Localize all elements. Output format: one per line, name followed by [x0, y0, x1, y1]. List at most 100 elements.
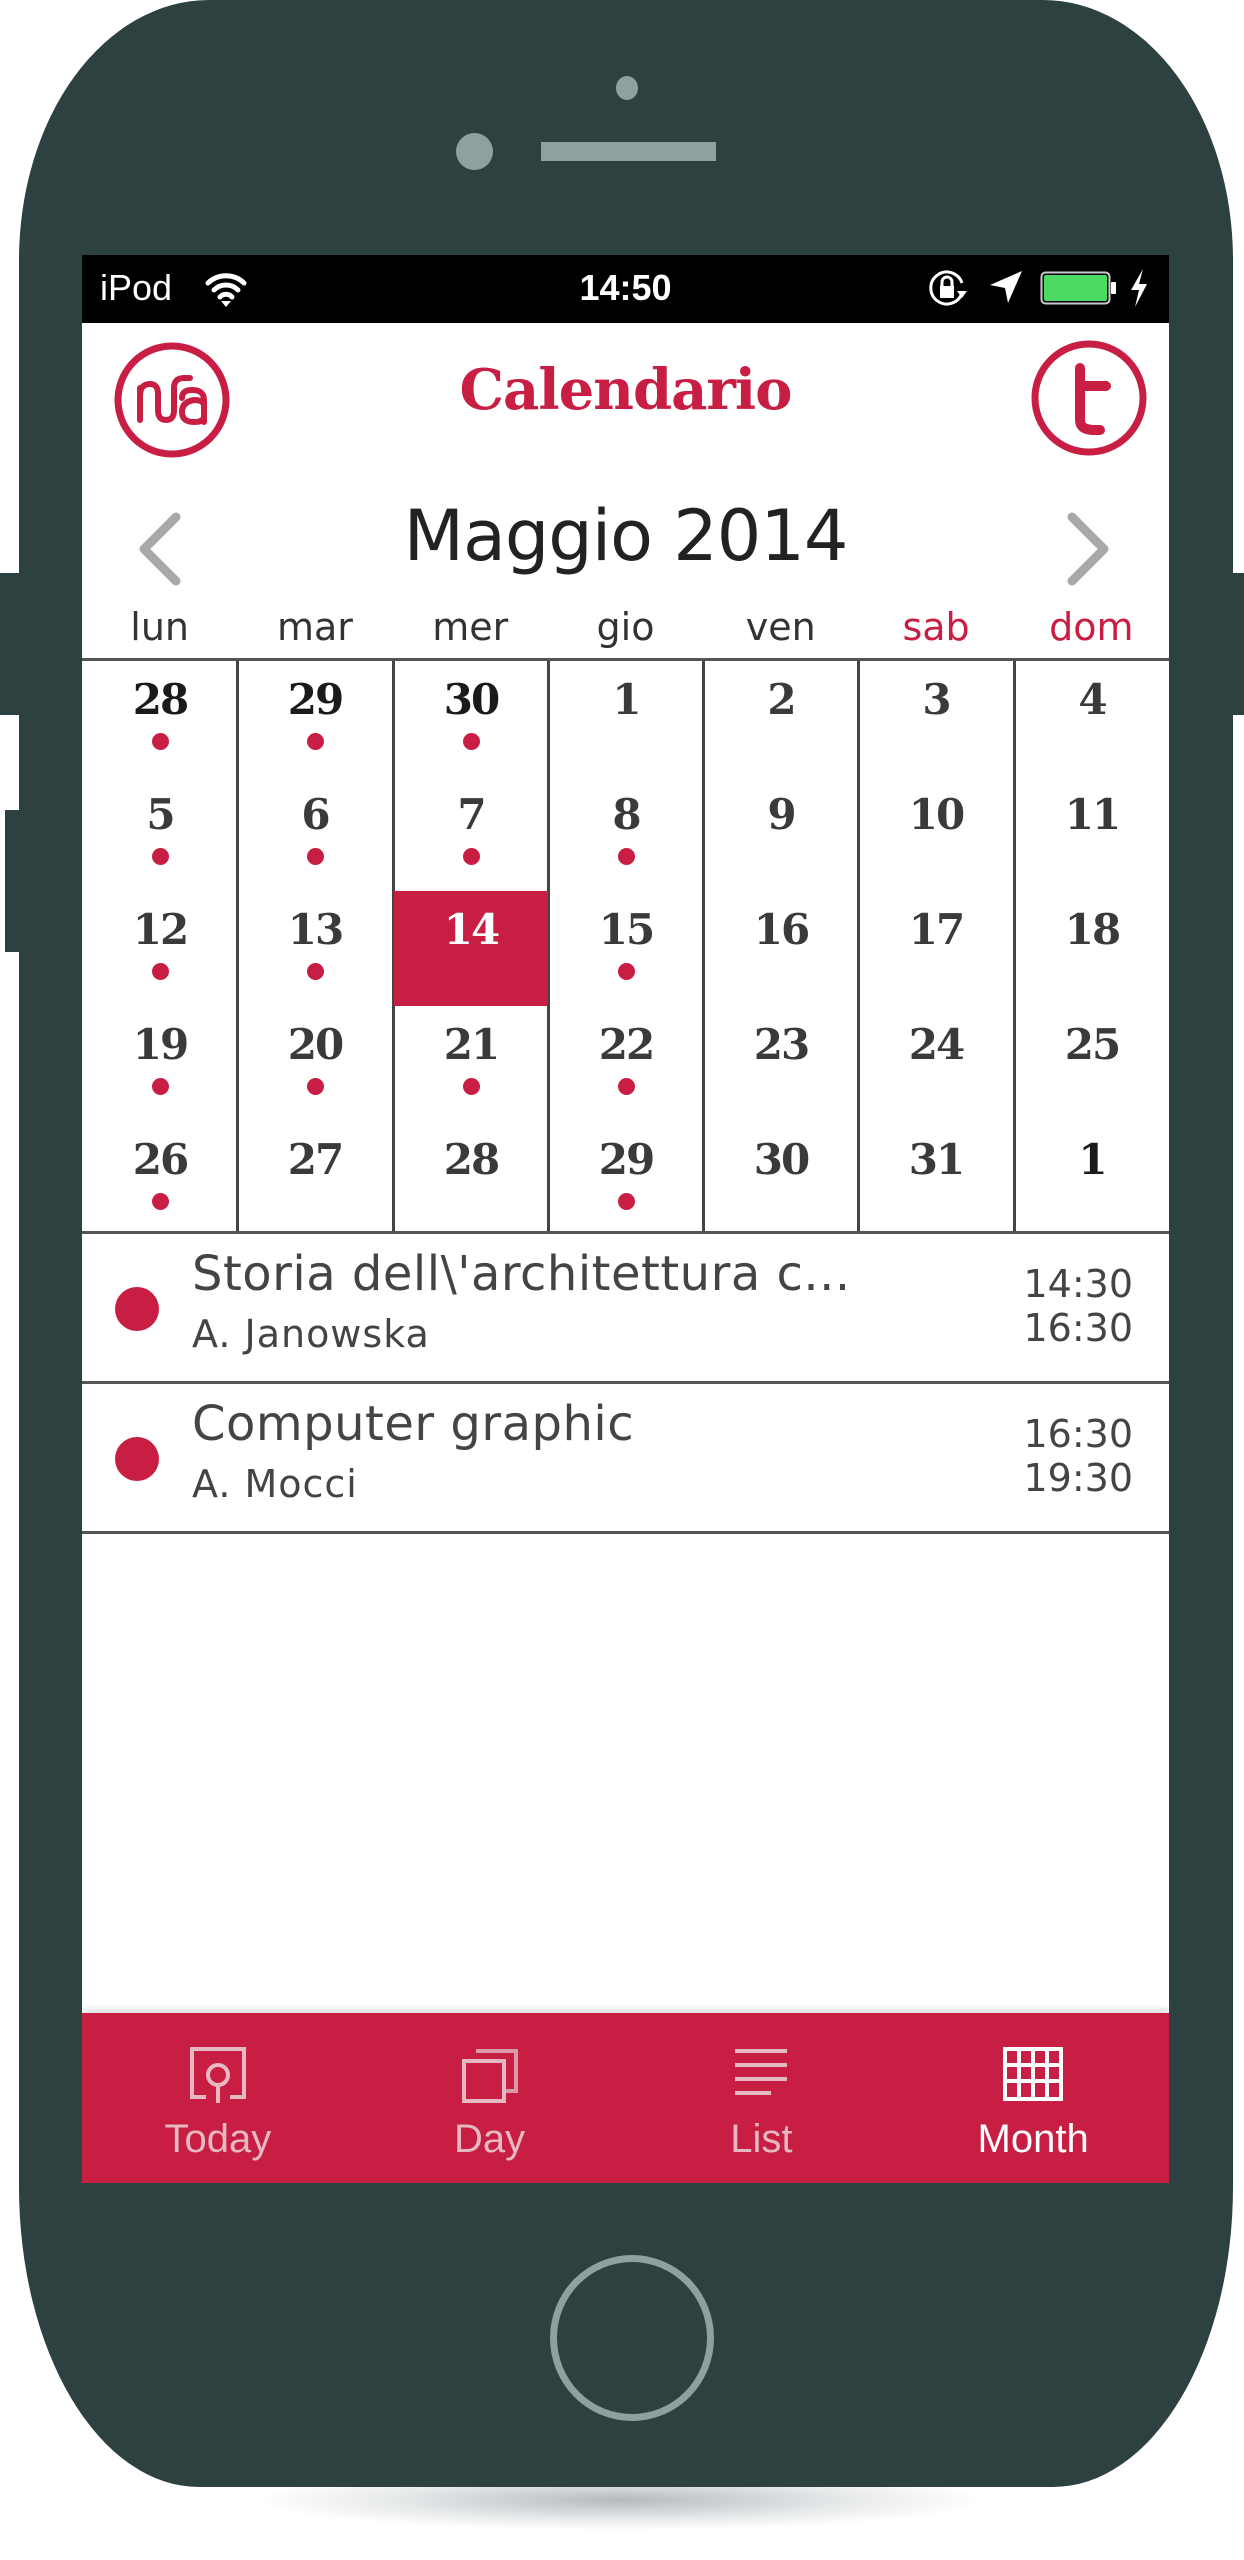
day-number: 26: [132, 1135, 189, 1184]
day-cell[interactable]: 4: [1015, 661, 1169, 776]
app-title: Calendario: [459, 357, 792, 423]
day-cell[interactable]: 17: [859, 891, 1013, 1006]
tab-day[interactable]: Day: [354, 2013, 626, 2183]
day-cell[interactable]: 28: [83, 661, 237, 776]
day-number: 23: [753, 1020, 810, 1069]
day-cell[interactable]: 28: [394, 1121, 548, 1236]
today-icon: [189, 2047, 246, 2103]
day-cell[interactable]: 23: [704, 1006, 858, 1121]
day-cell[interactable]: 13: [238, 891, 392, 1006]
day-cell[interactable]: 24: [859, 1006, 1013, 1121]
day-number: 15: [598, 905, 655, 954]
day-number: 8: [612, 790, 641, 839]
tab-day-label: Day: [454, 2117, 526, 2161]
day-cell[interactable]: 16: [704, 891, 858, 1006]
t-logo[interactable]: [1030, 338, 1148, 458]
event-indicator-dot: [151, 1078, 169, 1095]
chevron-right-icon[interactable]: [1060, 509, 1116, 589]
day-cell[interactable]: 6: [238, 776, 392, 891]
day-cell[interactable]: 27: [238, 1121, 392, 1236]
event-lecturer: A. Janowska: [192, 1312, 430, 1356]
day-cell[interactable]: 30: [704, 1121, 858, 1236]
event-row[interactable]: Computer graphic A. Mocci 16:30 19:30: [82, 1384, 1169, 1534]
day-cell[interactable]: 10: [859, 776, 1013, 891]
tab-today-label: Today: [164, 2117, 272, 2161]
tab-month[interactable]: Month: [897, 2013, 1169, 2183]
day-number: 11: [1064, 790, 1121, 839]
location-arrow-icon: [990, 271, 1022, 303]
orientation-lock-icon: [929, 270, 967, 306]
day-number: 21: [443, 1020, 500, 1069]
day-number: 9: [767, 790, 796, 839]
event-indicator-dot: [617, 1078, 635, 1095]
day-number: 28: [443, 1135, 500, 1184]
day-cell[interactable]: 5: [83, 776, 237, 891]
tab-bar: Today Day List Month: [82, 2013, 1169, 2183]
event-lecturer: A. Mocci: [192, 1462, 358, 1506]
event-indicator-dot: [462, 848, 480, 865]
day-cell[interactable]: 8: [549, 776, 703, 891]
day-number: 31: [908, 1135, 965, 1184]
weekday-label: sab: [902, 605, 970, 649]
day-cell[interactable]: 22: [549, 1006, 703, 1121]
weekday-label: dom: [1049, 605, 1134, 649]
day-cell[interactable]: 7: [394, 776, 548, 891]
day-cell[interactable]: 21: [394, 1006, 548, 1121]
day-cell[interactable]: 19: [83, 1006, 237, 1121]
day-number: 6: [301, 790, 330, 839]
day-number: 22: [598, 1020, 655, 1069]
event-indicator-dot: [306, 848, 324, 865]
day-cell[interactable]: 29: [549, 1121, 703, 1236]
day-cell[interactable]: 30: [394, 661, 548, 776]
day-number: 17: [908, 905, 965, 954]
event-indicator-dot: [151, 733, 169, 750]
weekday-label: lun: [130, 605, 189, 649]
earpiece-speaker: [541, 142, 716, 161]
event-indicator-dot: [306, 1078, 324, 1095]
day-number: 16: [753, 905, 810, 954]
event-start-time: 14:30: [1023, 1262, 1133, 1306]
status-bar: iPod 14:50: [82, 255, 1169, 323]
day-cell-selected[interactable]: 14: [394, 891, 548, 1006]
day-cell[interactable]: 18: [1015, 891, 1169, 1006]
event-list: Storia dell\'architettura c... A. Janowsk…: [82, 1234, 1169, 1534]
day-number: 29: [598, 1135, 655, 1184]
tab-list[interactable]: List: [626, 2013, 898, 2183]
tab-today[interactable]: Today: [82, 2013, 354, 2183]
day-number: 27: [287, 1135, 344, 1184]
day-cell[interactable]: 9: [704, 776, 858, 891]
month-grid-icon: [1003, 2047, 1064, 2101]
day-cell[interactable]: 29: [238, 661, 392, 776]
day-icon: [461, 2049, 518, 2103]
day-number: 28: [132, 675, 189, 724]
event-indicator-dot: [151, 1193, 169, 1210]
day-cell[interactable]: 26: [83, 1121, 237, 1236]
day-cell[interactable]: 1: [1015, 1121, 1169, 1236]
day-cell[interactable]: 15: [549, 891, 703, 1006]
day-number: 4: [1078, 675, 1107, 724]
weekday-label: gio: [596, 605, 655, 649]
proximity-sensor: [616, 76, 638, 100]
day-cell[interactable]: 11: [1015, 776, 1169, 891]
day-cell[interactable]: 31: [859, 1121, 1013, 1236]
day-cell[interactable]: 3: [859, 661, 1013, 776]
tab-list-label: List: [730, 2117, 793, 2161]
event-color-dot: [115, 1287, 159, 1331]
day-number: 12: [132, 905, 189, 954]
day-number: 19: [132, 1020, 189, 1069]
event-indicator-dot: [151, 848, 169, 865]
day-cell[interactable]: 12: [83, 891, 237, 1006]
home-button[interactable]: [550, 2255, 714, 2421]
day-cell[interactable]: 2: [704, 661, 858, 776]
day-number: 5: [146, 790, 175, 839]
day-cell[interactable]: 25: [1015, 1006, 1169, 1121]
event-indicator-dot: [462, 733, 480, 750]
weekday-header: lun mar mer gio ven sab dom: [82, 599, 1169, 655]
event-end-time: 19:30: [1023, 1456, 1133, 1500]
day-cell[interactable]: 20: [238, 1006, 392, 1121]
event-indicator-dot: [617, 848, 635, 865]
month-title: Maggio 2014: [403, 495, 849, 577]
event-indicator-dot: [462, 1078, 480, 1095]
event-row[interactable]: Storia dell\'architettura c... A. Janowsk…: [82, 1234, 1169, 1384]
day-cell[interactable]: 1: [549, 661, 703, 776]
